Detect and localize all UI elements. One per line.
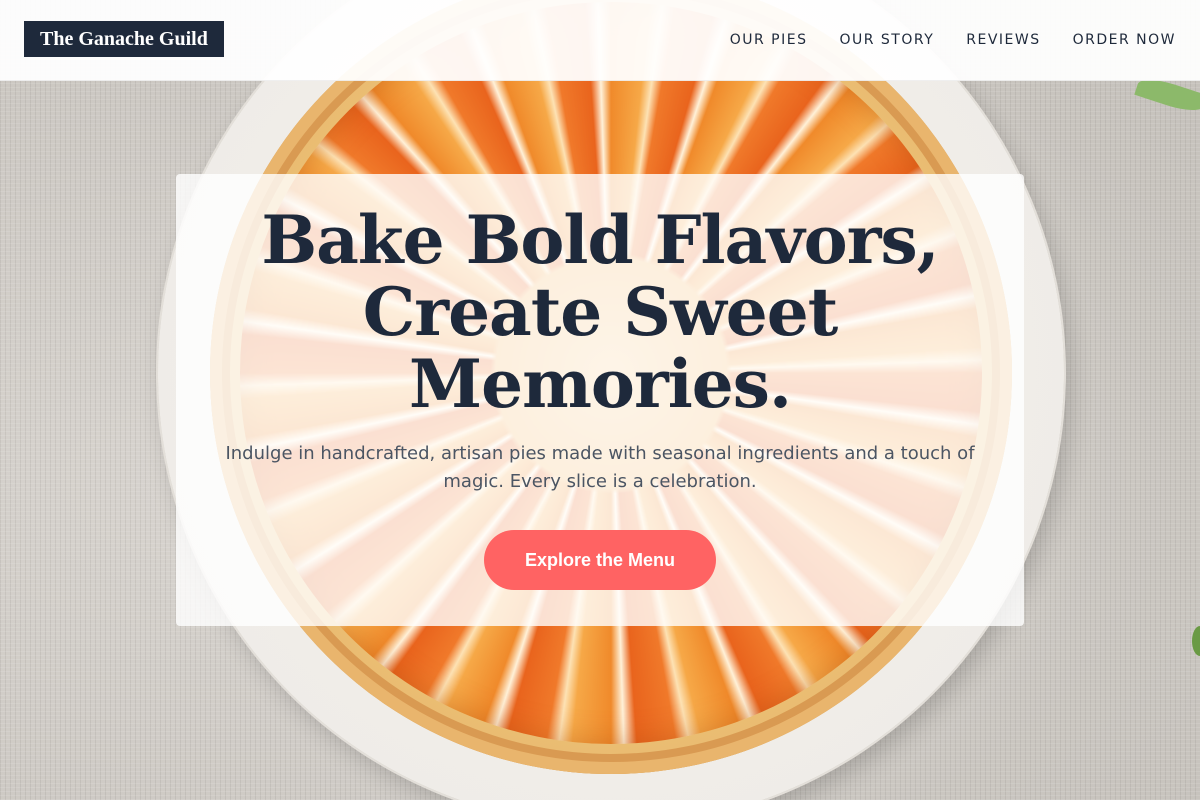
hero-headline-line: Memories. [409, 345, 792, 423]
hero-subtitle: Indulge in handcrafted, artisan pies mad… [225, 443, 975, 492]
nav-link-order-now[interactable]: ORDER NOW [1073, 30, 1176, 50]
hero-card: Bake Bold Flavors, Create Sweet Memories… [176, 174, 1024, 626]
explore-menu-button[interactable]: Explore the Menu [484, 530, 716, 590]
hero-headline-line: Create Sweet [362, 273, 838, 351]
brand-logo[interactable]: The Ganache Guild [24, 21, 224, 57]
hero-headline-line: Bake Bold Flavors, [261, 201, 939, 279]
nav-link-reviews[interactable]: REVIEWS [966, 30, 1040, 50]
leaf-decoration [1192, 626, 1200, 656]
site-header: The Ganache Guild OUR PIES OUR STORY REV… [0, 0, 1200, 81]
nav-link-our-pies[interactable]: OUR PIES [730, 30, 808, 50]
hero-headline: Bake Bold Flavors, Create Sweet Memories… [250, 204, 950, 420]
nav-link-our-story[interactable]: OUR STORY [839, 30, 934, 50]
main-nav: OUR PIES OUR STORY REVIEWS ORDER NOW [730, 30, 1176, 50]
